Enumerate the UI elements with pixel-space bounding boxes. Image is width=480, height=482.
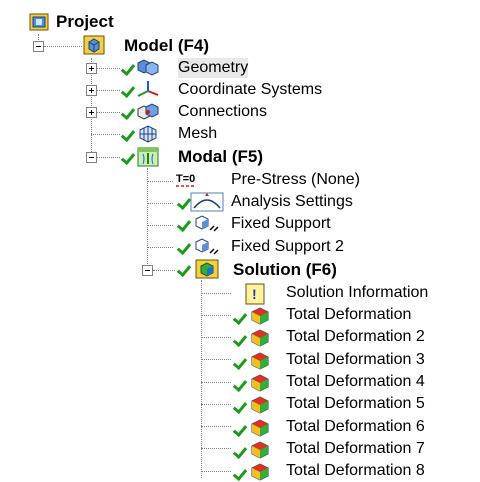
tree-label-total-deformation: Total Deformation 3 xyxy=(286,351,425,368)
tree-connector xyxy=(96,112,120,113)
deformation-contour-icon xyxy=(251,463,269,481)
fixed-support-icon xyxy=(195,215,219,232)
tree-connector xyxy=(201,426,231,427)
tree-label-total-deformation: Total Deformation 7 xyxy=(286,440,425,457)
tree-connector xyxy=(96,68,120,69)
tree-label-solution-information: Solution Information xyxy=(286,284,429,301)
fixed-support-icon xyxy=(195,238,219,255)
collapse-button[interactable] xyxy=(33,41,44,52)
deformation-contour-icon xyxy=(251,352,269,370)
tree-connector xyxy=(201,404,231,405)
tree-label-geometry: Geometry xyxy=(178,58,249,78)
check-icon xyxy=(120,149,136,166)
tree-connector xyxy=(201,359,231,360)
deformation-contour-icon xyxy=(251,441,269,459)
solution-icon xyxy=(195,259,219,279)
check-icon xyxy=(120,82,136,99)
tree-connector xyxy=(201,448,231,449)
pre-stress-icon-text: T=0 xyxy=(176,173,195,185)
check-icon xyxy=(120,104,136,121)
analysis-settings-icon xyxy=(190,192,224,212)
tree-connector xyxy=(153,270,175,271)
tree-connector xyxy=(201,337,231,338)
tree-label-total-deformation: Total Deformation 4 xyxy=(286,373,425,390)
tree-label-total-deformation: Total Deformation 6 xyxy=(286,418,425,435)
tree-connector xyxy=(201,471,231,472)
deformation-contour-icon xyxy=(251,329,269,347)
tree-label-model: Model (F4) xyxy=(124,36,209,55)
modal-analysis-icon xyxy=(137,147,159,167)
tree-connector xyxy=(96,90,120,91)
check-icon xyxy=(120,126,136,143)
geometry-cubes-icon xyxy=(137,59,159,76)
expand-button[interactable] xyxy=(86,85,97,96)
expand-button[interactable] xyxy=(86,63,97,74)
pre-stress-icon: T=0 xyxy=(176,173,196,187)
deformation-contour-icon xyxy=(251,396,269,414)
collapse-button[interactable] xyxy=(86,152,97,163)
tree-connector xyxy=(147,203,173,204)
tree-label-total-deformation: Total Deformation 5 xyxy=(286,395,425,412)
tree-label-total-deformation: Total Deformation xyxy=(286,306,412,323)
tree-connector xyxy=(96,157,120,158)
tree-label-project: Project xyxy=(56,12,114,31)
coordinate-axes-icon xyxy=(137,81,159,97)
tree-label-connections: Connections xyxy=(178,103,267,120)
mesh-icon xyxy=(139,125,157,143)
deformation-contour-icon xyxy=(251,419,269,437)
connections-icon xyxy=(137,103,159,120)
tree-connector xyxy=(201,315,231,316)
tree-label-solution: Solution (F6) xyxy=(233,260,337,279)
tree-connector xyxy=(44,46,82,47)
tree-connector xyxy=(201,293,231,294)
tree-connector xyxy=(147,168,148,270)
tree-connector xyxy=(147,181,173,182)
tree-label-fixed-support-2: Fixed Support 2 xyxy=(231,238,344,255)
project-icon xyxy=(29,13,49,31)
expand-button[interactable] xyxy=(86,107,97,118)
info-icon-text: ! xyxy=(252,286,257,302)
tree-label-mesh: Mesh xyxy=(178,125,218,142)
tree-label-total-deformation: Total Deformation 8 xyxy=(286,462,425,479)
tree-connector xyxy=(91,134,120,135)
tree-connector xyxy=(201,382,231,383)
deformation-contour-icon xyxy=(251,307,269,325)
tree-label-analysis-settings: Analysis Settings xyxy=(231,193,353,210)
tree-label-coordinate-systems: Coordinate Systems xyxy=(178,81,323,98)
tree-connector xyxy=(147,247,173,248)
model-cube-icon xyxy=(83,35,105,55)
collapse-button[interactable] xyxy=(142,265,153,276)
info-icon: ! xyxy=(245,283,265,305)
tree-label-modal: Modal (F5) xyxy=(178,147,263,166)
tree-label-pre-stress: Pre-Stress (None) xyxy=(231,171,360,188)
deformation-contour-icon xyxy=(251,374,269,392)
project-tree: Project Model (F4) Geometry Coordinate S xyxy=(0,0,480,482)
tree-label-fixed-support: Fixed Support xyxy=(231,215,331,232)
tree-label-total-deformation: Total Deformation 2 xyxy=(286,328,425,345)
check-icon xyxy=(120,60,136,77)
tree-connector xyxy=(147,225,173,226)
